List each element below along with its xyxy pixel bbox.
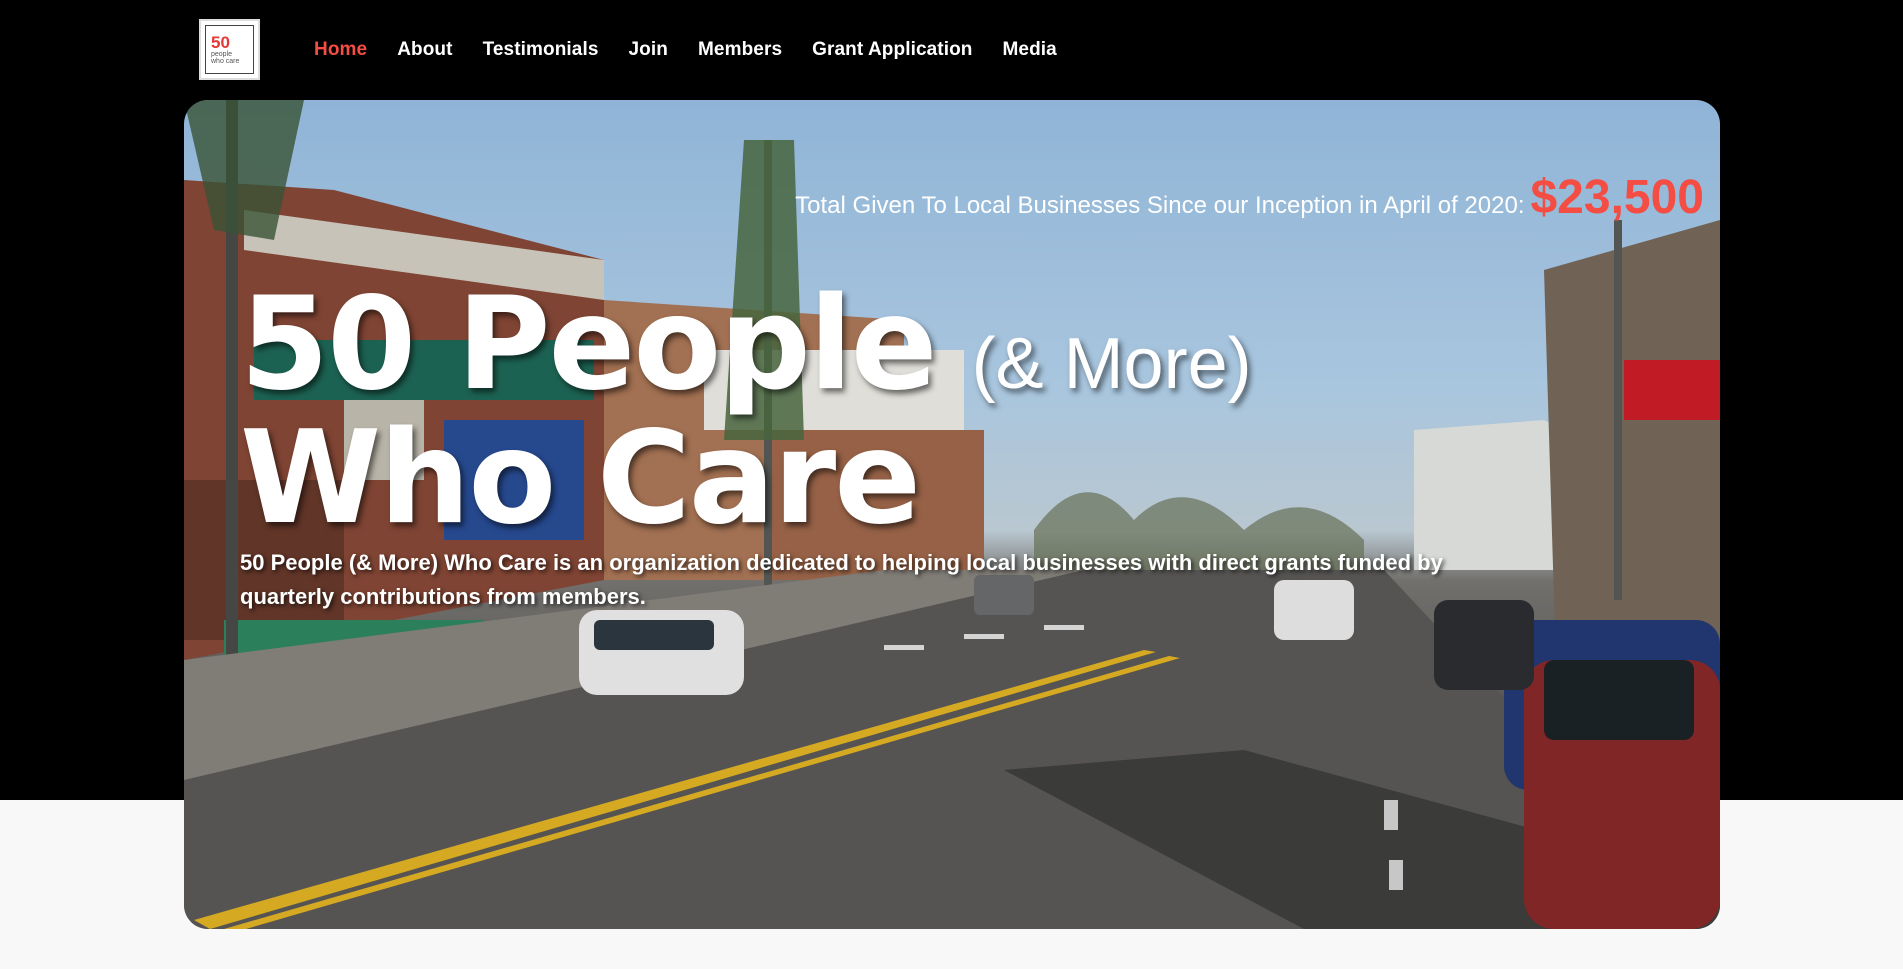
nav-item-testimonials[interactable]: Testimonials (483, 39, 599, 61)
nav-item-media[interactable]: Media (1003, 39, 1057, 61)
total-given-label: Total Given To Local Businesses Since ou… (795, 192, 1525, 219)
nav-item-home[interactable]: Home (314, 39, 367, 61)
nav-item-join[interactable]: Join (629, 39, 668, 61)
site-logo[interactable]: 50 people who care (199, 19, 260, 80)
hero-title-main: 50 People (240, 270, 938, 419)
logo-number: 50 (211, 33, 230, 52)
nav-item-members[interactable]: Members (698, 39, 782, 61)
nav-item-about[interactable]: About (397, 39, 452, 61)
hero-banner: Total Given To Local Businesses Since ou… (184, 100, 1720, 929)
hero-description: 50 People (& More) Who Care is an organi… (240, 550, 1443, 609)
hero-title: 50 People (& More) Who Care (240, 270, 1252, 554)
logo-text-line1: people (211, 51, 233, 58)
logo-mark: 50 people who care (205, 25, 254, 74)
logo-text-line2: who care (211, 58, 240, 65)
nav-item-grant-application[interactable]: Grant Application (812, 39, 972, 61)
total-given-amount: $23,500 (1530, 171, 1704, 224)
hero-title-sub: (& More) (971, 324, 1252, 404)
main-navigation: 50 people who care Home About Testimonia… (199, 19, 1057, 80)
total-given-banner: Total Given To Local Businesses Since ou… (795, 170, 1704, 225)
hero-title-line2: Who Care (240, 404, 921, 554)
hero-title-line1: 50 People (& More) (240, 270, 1252, 419)
nav-links: Home About Testimonials Join Members Gra… (314, 39, 1057, 61)
